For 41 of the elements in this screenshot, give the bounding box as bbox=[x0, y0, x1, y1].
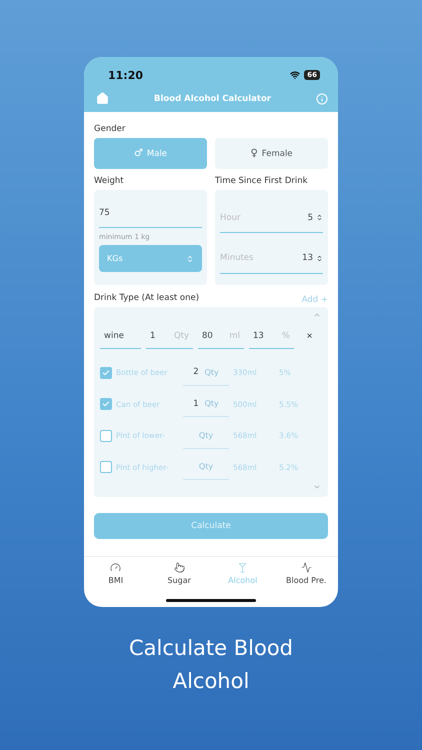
martini-glass-icon bbox=[237, 562, 248, 573]
drink-qty-field[interactable]: 1 Qty bbox=[183, 391, 229, 418]
check-icon bbox=[102, 400, 110, 408]
gender-option[interactable]: ♀ Female bbox=[215, 138, 328, 169]
scroll-down-icon[interactable] bbox=[313, 483, 321, 491]
time-field[interactable]: Minutes 13 bbox=[220, 244, 323, 274]
caption: Calculate Blood Alcohol bbox=[128, 635, 294, 695]
pulse-icon bbox=[300, 562, 312, 573]
weight-label: Weight bbox=[94, 176, 125, 186]
screen-title: Blood Alcohol Calculator bbox=[154, 94, 271, 104]
drink-checkbox[interactable] bbox=[100, 430, 112, 442]
drink-checkbox[interactable] bbox=[100, 366, 112, 379]
drink-checkbox[interactable] bbox=[100, 398, 112, 410]
time-field[interactable]: Hour 5 bbox=[220, 203, 323, 234]
scroll-up-icon[interactable] bbox=[313, 311, 321, 319]
status-time: 11:20 bbox=[108, 68, 144, 82]
drink-qty-field[interactable]: 2 Qty bbox=[183, 360, 229, 386]
percent-field[interactable]: 13 % bbox=[249, 323, 294, 349]
hand-pointer-icon bbox=[174, 562, 185, 573]
info-icon[interactable] bbox=[316, 92, 328, 104]
gender-label: Gender bbox=[94, 124, 126, 134]
stepper-icon bbox=[316, 214, 323, 222]
drink-checkbox[interactable] bbox=[100, 461, 112, 474]
remove-button[interactable]: × bbox=[299, 330, 320, 342]
drink-type-label: Drink Type (At least one) bbox=[94, 293, 200, 303]
tab-item[interactable]: Blood Pre. bbox=[274, 557, 338, 591]
qty-field[interactable]: 1 Qty bbox=[146, 323, 193, 349]
tab-item[interactable]: Sugar bbox=[148, 557, 211, 591]
gender-symbol: ♀ bbox=[250, 148, 258, 159]
home-icon[interactable] bbox=[96, 92, 109, 105]
volume-field[interactable]: 80 ml bbox=[198, 323, 244, 349]
tab-item[interactable]: BMI bbox=[84, 557, 148, 591]
wifi-icon bbox=[290, 70, 300, 80]
weight-field[interactable]: 75 bbox=[99, 198, 202, 228]
gauge-icon bbox=[110, 562, 122, 573]
time-label: Time Since First Drink bbox=[215, 176, 309, 186]
check-icon bbox=[102, 368, 110, 377]
gender-symbol: ♂ bbox=[134, 148, 143, 159]
stepper-icon bbox=[316, 254, 323, 262]
drink-name-field[interactable]: wine bbox=[100, 323, 141, 349]
dropdown-icon bbox=[186, 254, 194, 262]
